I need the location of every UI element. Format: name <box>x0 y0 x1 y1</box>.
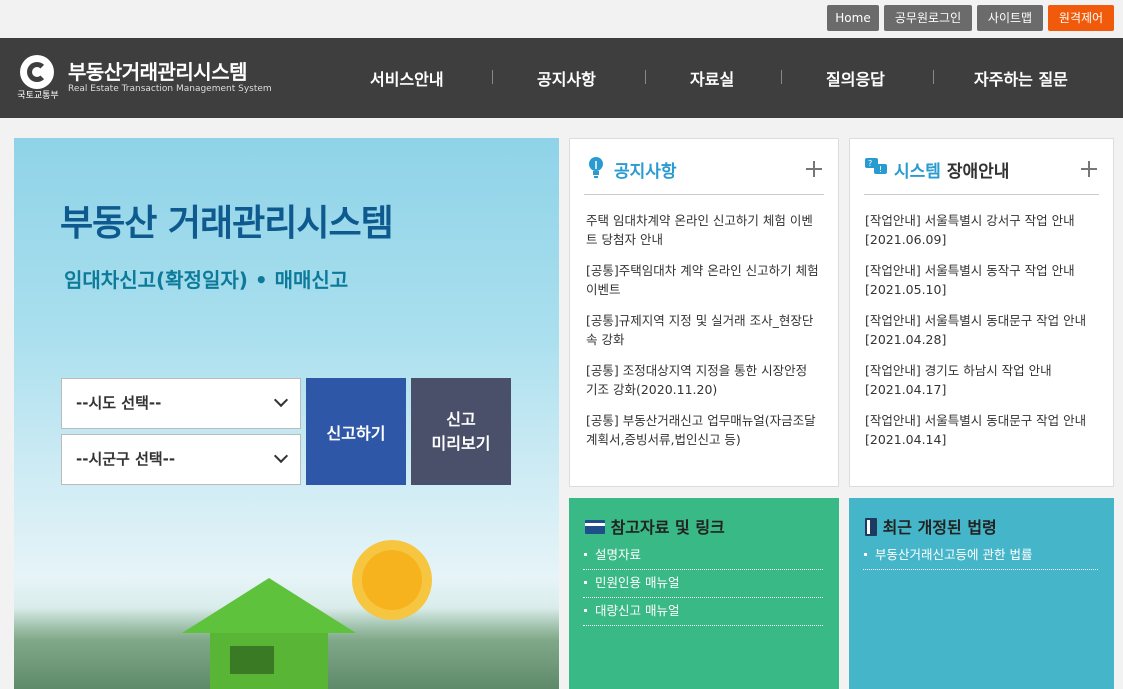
ministry-name: 국토교통부 <box>17 91 59 101</box>
nav-notice[interactable]: 공지사항 <box>537 66 596 90</box>
law-box: 최근 개정된 법령 부동산거래신고등에 관한 법률 <box>849 498 1114 689</box>
hero-subtitle: 임대차신고(확정일자) • 매매신고 <box>64 268 349 292</box>
system-item[interactable]: [작업안내] 서울특별시 동대문구 작업 안내 [2021.04.28] <box>865 311 1099 349</box>
preview-button-line2: 미리보기 <box>431 433 491 453</box>
notice-panel: 공지사항 주택 임대차계약 온라인 신고하기 체험 이벤트 당첨자 안내 [공통… <box>569 138 839 487</box>
reference-item[interactable]: 민원인용 매뉴얼 <box>583 570 823 598</box>
hero-banner: 부동산 거래관리시스템 임대차신고(확정일자) • 매매신고 --시도 선택--… <box>14 138 559 689</box>
system-title-rest: 장애안내 <box>946 162 1010 182</box>
site-subtitle: Real Estate Transaction Management Syste… <box>68 84 272 94</box>
nav-qna[interactable]: 질의응답 <box>826 66 885 90</box>
notice-panel-title: 공지사항 <box>614 162 677 182</box>
notice-panel-header: 공지사항 <box>584 153 824 195</box>
notice-item[interactable]: [공통] 부동산거래신고 업무매뉴얼(자금조달계획서,증빙서류,법인신고 등) <box>586 411 820 449</box>
system-item[interactable]: [작업안내] 서울특별시 동대문구 작업 안내 [2021.04.14] <box>865 411 1099 449</box>
nav-divider <box>645 70 646 84</box>
remote-control-button[interactable]: 원격제어 <box>1048 5 1114 31</box>
nav-service-guide[interactable]: 서비스안내 <box>370 66 444 90</box>
report-button[interactable]: 신고하기 <box>306 378 406 485</box>
credit-card-icon <box>585 520 605 534</box>
reference-item[interactable]: 설명자료 <box>583 542 823 570</box>
system-item[interactable]: [작업안내] 서울특별시 강서구 작업 안내 [2021.06.09] <box>865 211 1099 249</box>
notice-more-plus-icon[interactable] <box>806 161 822 177</box>
speech-bubble-icon: ? ! <box>865 158 887 174</box>
notice-item[interactable]: [공통]규제지역 지정 및 실거래 조사_현장단속 강화 <box>586 311 820 349</box>
system-outage-panel: ? ! 시스템 장애안내 [작업안내] 서울특별시 강서구 작업 안내 [202… <box>849 138 1114 487</box>
reference-item[interactable]: 대량신고 매뉴얼 <box>583 598 823 626</box>
sigungu-select-value: --시군구 선택-- <box>76 450 176 468</box>
nav-faq[interactable]: 자주하는 질문 <box>974 66 1068 90</box>
system-panel-header: ? ! 시스템 장애안내 <box>864 153 1099 195</box>
utility-bar: Home 공무원로그인 사이트맵 원격제어 <box>0 0 1123 38</box>
sitemap-button[interactable]: 사이트맵 <box>977 5 1043 31</box>
notice-list: 주택 임대차계약 온라인 신고하기 체험 이벤트 당첨자 안내 [공통]주택임대… <box>586 211 820 461</box>
preview-button[interactable]: 신고 미리보기 <box>411 378 511 485</box>
notice-item[interactable]: [공통]주택임대차 계약 온라인 신고하기 체험 이벤트 <box>586 261 820 299</box>
sigungu-select[interactable]: --시군구 선택-- <box>61 434 301 485</box>
law-title-text: 최근 개정된 법령 <box>882 518 997 537</box>
sido-select[interactable]: --시도 선택-- <box>61 378 301 429</box>
nav-divider <box>781 70 782 84</box>
nav-data-room[interactable]: 자료실 <box>690 66 734 90</box>
svg-text:?: ? <box>868 159 872 168</box>
notice-item[interactable]: 주택 임대차계약 온라인 신고하기 체험 이벤트 당첨자 안내 <box>586 211 820 249</box>
book-icon <box>865 518 877 536</box>
preview-button-line1: 신고 <box>446 409 476 429</box>
home-button[interactable]: Home <box>827 5 879 31</box>
chevron-down-icon <box>273 392 289 408</box>
hero-title: 부동산 거래관리시스템 <box>60 203 394 244</box>
reference-box-title: 참고자료 및 링크 <box>585 514 725 538</box>
nav-divider <box>933 70 934 84</box>
site-title[interactable]: 부동산거래관리시스템 <box>68 56 248 85</box>
law-item[interactable]: 부동산거래신고등에 관한 법률 <box>863 542 1098 570</box>
notice-item[interactable]: [공통] 조정대상지역 지정을 통한 시장안정 기조 강화(2020.11.20… <box>586 361 820 399</box>
government-emblem-icon[interactable] <box>20 55 54 89</box>
system-title-accent: 시스템 <box>894 162 941 182</box>
chevron-down-icon <box>273 448 289 464</box>
house-illustration <box>182 578 356 689</box>
nav-divider <box>492 70 493 84</box>
svg-text:!: ! <box>879 165 882 174</box>
sido-select-value: --시도 선택-- <box>76 394 162 412</box>
reference-title-text: 참고자료 및 링크 <box>610 518 725 537</box>
system-item[interactable]: [작업안내] 서울특별시 동작구 작업 안내 [2021.05.10] <box>865 261 1099 299</box>
system-more-plus-icon[interactable] <box>1081 161 1097 177</box>
system-list: [작업안내] 서울특별시 강서구 작업 안내 [2021.06.09] [작업안… <box>865 211 1099 461</box>
sun-illustration <box>362 550 422 610</box>
lightbulb-icon <box>589 157 603 178</box>
law-box-title: 최근 개정된 법령 <box>865 514 997 538</box>
reference-box: 참고자료 및 링크 설명자료 민원인용 매뉴얼 대량신고 매뉴얼 <box>569 498 839 689</box>
official-login-button[interactable]: 공무원로그인 <box>884 5 972 31</box>
system-item[interactable]: [작업안내] 경기도 하남시 작업 안내 [2021.04.17] <box>865 361 1099 399</box>
system-panel-title: 시스템 장애안내 <box>894 157 1009 182</box>
main-header: 국토교통부 부동산거래관리시스템 Real Estate Transaction… <box>0 38 1123 118</box>
